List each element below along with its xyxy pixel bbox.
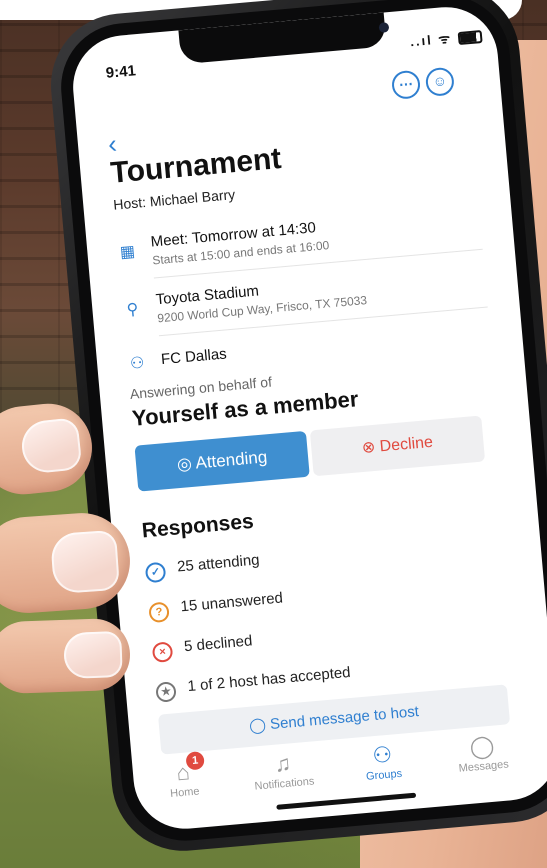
responses-title: Responses <box>140 509 255 543</box>
check-circle-icon: ✓ <box>144 561 167 584</box>
decline-label: Decline <box>378 433 434 456</box>
meet-row[interactable]: ▦ Meet: Tomorrow at 14:30 Starts at 15:0… <box>116 204 485 267</box>
middle-fingernail <box>49 529 121 595</box>
signal-wifi-icon: ..ıl ᯤ <box>409 30 453 50</box>
host-name: Host: Michael Barry <box>112 186 236 213</box>
response-label: 15 unanswered <box>179 589 284 616</box>
attending-label: Attending <box>194 447 268 473</box>
team-title: FC Dallas <box>160 345 228 369</box>
team-row[interactable]: ⚇ FC Dallas <box>126 322 495 372</box>
ellipsis-icon[interactable]: ⋯ <box>390 69 422 100</box>
check-circle-icon: ◎ <box>176 453 197 475</box>
question-circle-icon: ? <box>148 601 170 624</box>
calendar-icon: ▦ <box>119 243 136 262</box>
send-message-label: Send message to host <box>269 703 420 734</box>
ring-fingernail <box>63 631 123 679</box>
chat-bubble-icon: ◯ <box>248 716 271 735</box>
response-label: 25 attending <box>176 551 261 576</box>
x-circle-icon: × <box>151 641 174 663</box>
phone-screen: 9:41 ..ıl ᯤ ⋯ ☺ ‹ Tournament Host: Micha… <box>68 2 547 833</box>
phone: 9:41 ..ıl ᯤ ⋯ ☺ ‹ Tournament Host: Micha… <box>45 0 547 857</box>
x-circle-icon: ⊗ <box>361 438 381 457</box>
attending-button[interactable]: ◎ Attending <box>134 430 310 492</box>
response-label: 5 declined <box>183 632 254 656</box>
tab-messages[interactable]: ◯ Messages <box>441 729 524 776</box>
map-pin-icon: ⚲ <box>126 300 140 319</box>
tab-home[interactable]: ⌂ 1 Home <box>142 750 225 802</box>
location-row[interactable]: ⚲ Toyota Stadium 9200 World Cup Way, Fri… <box>121 262 490 325</box>
status-icons: ..ıl ᯤ <box>409 26 483 50</box>
battery-icon <box>457 30 483 46</box>
tab-groups[interactable]: ⚇ Groups <box>341 738 424 785</box>
page-title: Tournament <box>109 142 283 190</box>
camera-icon <box>378 22 390 33</box>
tab-notifications[interactable]: ♫ Notifications <box>242 747 325 794</box>
people-icon: ⚇ <box>129 354 146 373</box>
chevron-left-icon[interactable]: ‹ <box>107 128 118 160</box>
phone-frame: 9:41 ..ıl ᯤ ⋯ ☺ ‹ Tournament Host: Micha… <box>45 0 547 857</box>
decline-button[interactable]: ⊗ Decline <box>309 415 486 477</box>
user-settings-icon[interactable]: ☺ <box>424 66 456 97</box>
star-circle-icon: ★ <box>155 681 177 703</box>
status-time: 9:41 <box>105 62 137 82</box>
